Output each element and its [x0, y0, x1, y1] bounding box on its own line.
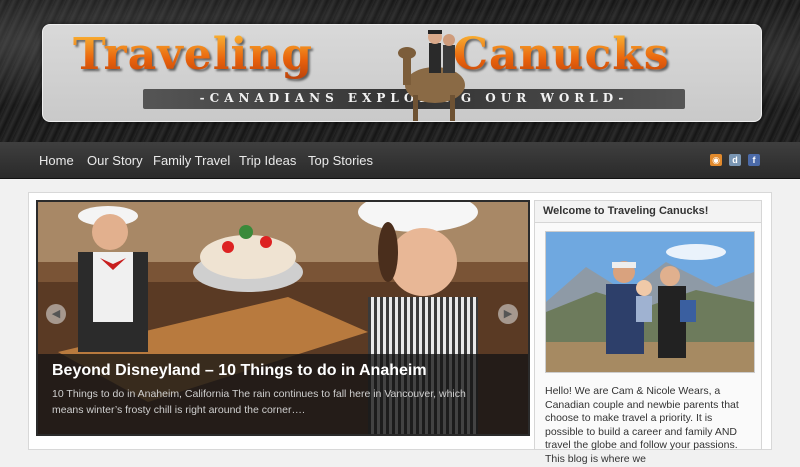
- site-header: Traveling Canucks -CANADIANS EXPLORING O…: [0, 0, 800, 142]
- widget-header: Welcome to Traveling Canucks!: [535, 201, 761, 223]
- nav-item-trip-ideas[interactable]: Trip Ideas: [239, 153, 296, 168]
- welcome-widget: Welcome to Traveling Canucks! Hello! We …: [534, 200, 762, 465]
- featured-slider[interactable]: ◀ ▶ Beyond Disneyland – 10 Things to do …: [36, 200, 530, 436]
- facebook-icon[interactable]: f: [748, 154, 760, 166]
- slide-title-link[interactable]: Beyond Disneyland – 10 Things to do in A…: [52, 362, 427, 380]
- logo-text-canucks: Canucks: [453, 29, 670, 80]
- chevron-left-icon: ◀: [51, 308, 61, 320]
- delicious-icon[interactable]: d: [729, 154, 741, 166]
- slide-excerpt: 10 Things to do in Anaheim, California T…: [52, 388, 466, 416]
- chevron-right-icon: ▶: [503, 308, 513, 320]
- nav-item-family-travel[interactable]: Family Travel: [153, 153, 230, 168]
- camel-riders-photo: [398, 30, 465, 121]
- site-banner[interactable]: Traveling Canucks -CANADIANS EXPLORING O…: [42, 24, 762, 122]
- widget-title: Welcome to Traveling Canucks!: [543, 205, 709, 217]
- logo-text-traveling: Traveling: [73, 29, 313, 80]
- nav-item-top-stories[interactable]: Top Stories: [308, 153, 373, 168]
- family-photo[interactable]: [545, 231, 755, 373]
- main-nav: Home Our Story Family Travel Trip Ideas …: [0, 142, 800, 179]
- slider-prev-button[interactable]: ◀: [46, 304, 66, 324]
- nav-item-our-story[interactable]: Our Story: [87, 153, 143, 168]
- slider-next-button[interactable]: ▶: [498, 304, 518, 324]
- rss-icon[interactable]: ◉: [710, 154, 722, 166]
- slide-caption: Beyond Disneyland – 10 Things to do in A…: [38, 354, 528, 434]
- welcome-intro-text: Hello! We are Cam & Nicole Wears, a Cana…: [545, 385, 739, 465]
- nav-item-home[interactable]: Home: [39, 153, 74, 168]
